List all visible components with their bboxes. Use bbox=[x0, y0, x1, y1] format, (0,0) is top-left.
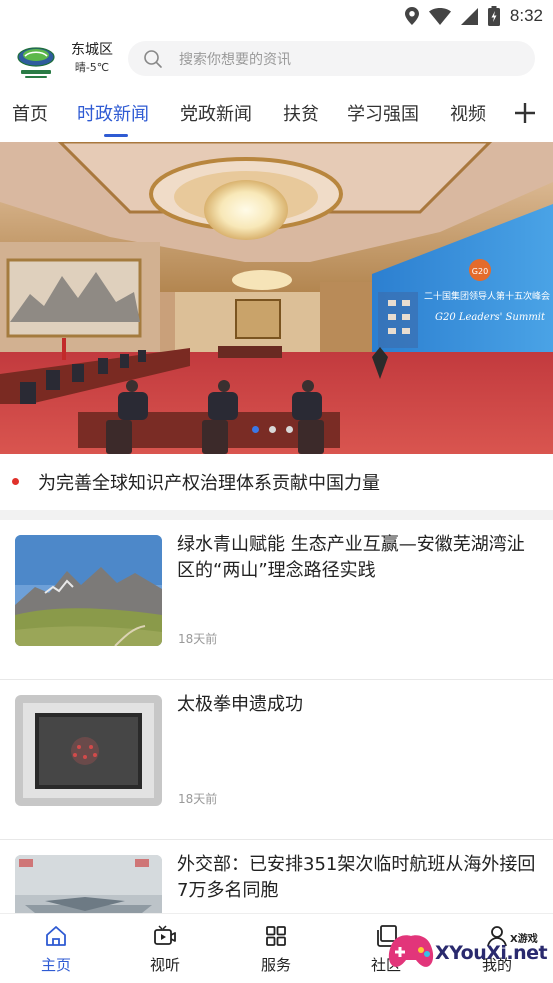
district-label: 东城区 bbox=[71, 42, 113, 58]
status-bar: 8:32 bbox=[0, 0, 553, 32]
location-icon bbox=[404, 7, 419, 25]
search-bar[interactable]: 搜索你想要的资讯 bbox=[128, 41, 535, 76]
nav-home[interactable]: 主页 bbox=[16, 914, 96, 983]
news-thumbnail bbox=[15, 695, 162, 806]
carousel-dot-2[interactable] bbox=[269, 426, 276, 433]
carousel-dots bbox=[252, 426, 293, 433]
grid-icon bbox=[266, 926, 286, 946]
tab-politics-news[interactable]: 时政新闻 bbox=[77, 100, 149, 126]
weather-label: 晴-5℃ bbox=[74, 61, 110, 74]
tab-party-news[interactable]: 党政新闻 bbox=[180, 100, 252, 126]
headline-bullet bbox=[12, 478, 19, 485]
news-time: 18天前 bbox=[178, 792, 218, 806]
section-divider bbox=[0, 510, 553, 520]
banner-screen-title-en: G20 Leaders' Summit bbox=[435, 312, 546, 323]
tab-video[interactable]: 视频 bbox=[450, 100, 486, 126]
news-thumbnail bbox=[15, 535, 162, 646]
news-title: 绿水青山赋能 生态产业互赢—安徽芜湖湾沚区的“两山”理念路径实践 bbox=[177, 534, 525, 581]
signal-icon bbox=[460, 7, 478, 25]
tab-home[interactable]: 首页 bbox=[12, 100, 48, 126]
video-icon bbox=[154, 925, 176, 945]
news-title: 太极拳申遗成功 bbox=[177, 694, 303, 715]
carousel-dot-1[interactable] bbox=[252, 426, 259, 433]
tab-xuexi[interactable]: 学习强国 bbox=[347, 100, 419, 126]
banner-image: G20 二十国集团领导人第十五次峰会 G20 Leaders' Summit bbox=[0, 142, 553, 454]
news-time: 18天前 bbox=[178, 632, 218, 646]
banner-carousel[interactable]: G20 二十国集团领导人第十五次峰会 G20 Leaders' Summit bbox=[0, 142, 553, 454]
home-icon bbox=[46, 926, 66, 946]
gamepad-logo-icon bbox=[388, 935, 434, 967]
nav-home-label: 主页 bbox=[40, 956, 71, 974]
category-tabs: 首页 时政新闻 党政新闻 扶贫 学习强国 视频 bbox=[0, 90, 553, 142]
news-item[interactable]: 绿水青山赋能 生态产业互赢—安徽芜湖湾沚区的“两山”理念路径实践 18天前 bbox=[0, 520, 553, 680]
banner-screen-logo: G20 bbox=[472, 267, 488, 276]
carousel-dot-3[interactable] bbox=[286, 426, 293, 433]
battery-icon bbox=[487, 6, 500, 26]
search-placeholder: 搜索你想要的资讯 bbox=[179, 52, 291, 68]
news-item[interactable]: 太极拳申遗成功 18天前 bbox=[0, 680, 553, 840]
nav-video-label: 视听 bbox=[149, 956, 180, 974]
wifi-icon bbox=[428, 7, 451, 25]
search-icon bbox=[144, 50, 162, 68]
nav-services-label: 服务 bbox=[260, 956, 291, 974]
banner-headline[interactable]: 为完善全球知识产权治理体系贡献中国力量 bbox=[0, 454, 553, 510]
nav-services[interactable]: 服务 bbox=[236, 914, 316, 983]
banner-screen-title-cn: 二十国集团领导人第十五次峰会 bbox=[424, 290, 550, 302]
headline-text: 为完善全球知识产权治理体系贡献中国力量 bbox=[38, 473, 380, 494]
nav-video[interactable]: 视听 bbox=[125, 914, 205, 983]
news-title: 外交部：已安排351架次临时航班从海外接回7万多名同胞 bbox=[177, 854, 536, 901]
active-tab-indicator bbox=[104, 134, 128, 137]
watermark-text: XYouXi.net bbox=[435, 942, 548, 964]
location-weather[interactable]: 东城区 晴-5℃ bbox=[64, 41, 120, 76]
header: 东城区 晴-5℃ 搜索你想要的资讯 bbox=[0, 32, 553, 90]
add-tab-icon[interactable] bbox=[513, 101, 537, 125]
site-watermark: X游戏 XYouXi.net bbox=[383, 920, 553, 978]
tab-poverty[interactable]: 扶贫 bbox=[283, 100, 319, 126]
app-logo-icon[interactable] bbox=[17, 40, 55, 80]
status-time: 8:32 bbox=[509, 6, 543, 25]
